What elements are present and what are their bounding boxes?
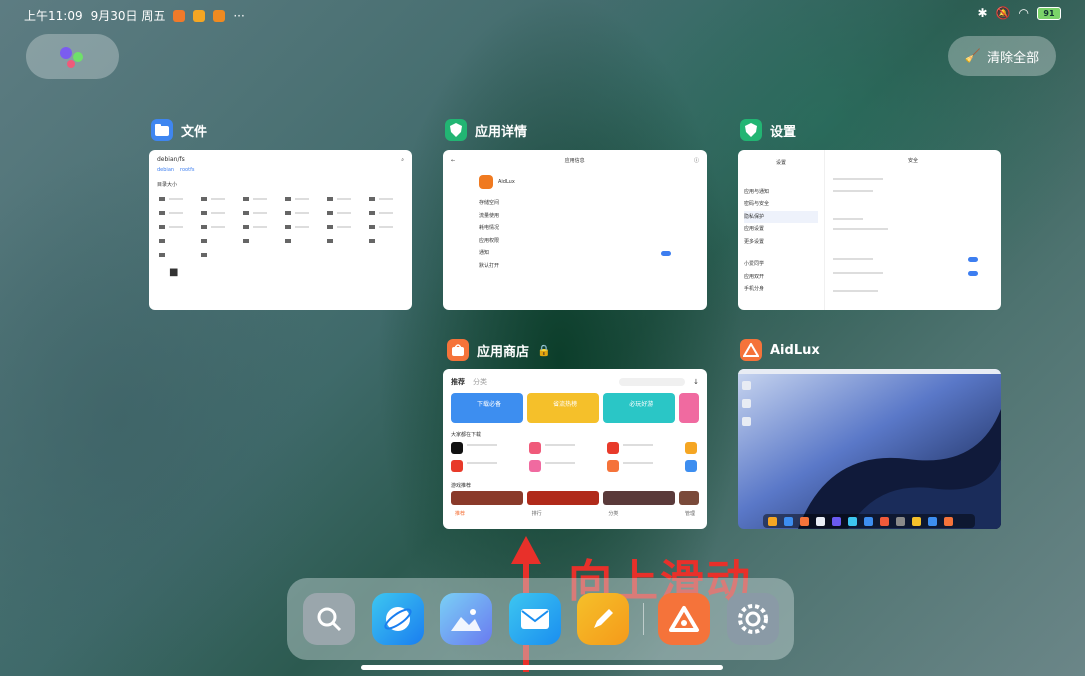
shield-icon <box>740 119 762 141</box>
clear-all-label: 清除全部 <box>987 50 1040 66</box>
card-header-app-details: 应用详情 <box>445 119 527 141</box>
aidlux-app-icon[interactable] <box>658 593 710 645</box>
info-icon: ⓘ <box>693 158 699 164</box>
banner-more <box>679 393 700 423</box>
assistant-dots-icon <box>60 47 83 68</box>
browser-app-icon[interactable] <box>372 593 424 645</box>
detail-row: 通知 <box>479 250 490 256</box>
detail-row: 默认打开 <box>479 262 500 269</box>
nav-recommend: 推荐 <box>455 511 466 517</box>
gallery-app-icon[interactable] <box>440 593 492 645</box>
settings-menu-item: 小爱同学 <box>744 261 765 267</box>
card-title-files: 文件 <box>181 124 208 140</box>
card-title-settings: 设置 <box>770 124 797 140</box>
game-banner <box>679 491 699 505</box>
card-thumb-settings[interactable]: 设置 应用与通知 密码与安全 隐私保护 应用设置 更多设置 小爱同学 应用双开 … <box>738 150 1001 310</box>
banner-games: 必玩好游 <box>603 393 676 423</box>
card-header-settings: 设置 <box>740 119 796 141</box>
mail-app-icon[interactable] <box>509 593 561 645</box>
settings-menu-item: 应用双开 <box>744 273 765 280</box>
app-details-thumb-title: 应用信息 <box>564 158 585 164</box>
settings-menu-item: 隐私保护 <box>744 210 818 223</box>
status-date: 9月30日 周五 <box>90 9 166 23</box>
notification-toggle <box>661 250 671 256</box>
files-section: 目录大小 <box>157 182 178 188</box>
notes-app-icon[interactable] <box>577 593 629 645</box>
bluetooth-icon: ✱ <box>977 6 988 20</box>
clear-all-button[interactable]: 🧹 清除全部 <box>948 36 1056 76</box>
nav-manage: 管理 <box>684 511 695 517</box>
dock <box>287 578 794 660</box>
banner-download: 下载必备 <box>451 393 524 423</box>
game-banner <box>451 491 524 505</box>
card-header-aidlux: AidLux <box>740 339 820 361</box>
assistant-button[interactable] <box>26 34 119 79</box>
shield-icon <box>445 119 467 141</box>
card-thumb-aidlux[interactable] <box>738 369 1001 529</box>
settings-menu-item: 手机分身 <box>744 286 765 292</box>
download-icon: ↓ <box>693 378 699 386</box>
settings-menu-item: 更多设置 <box>744 238 765 245</box>
files-search-icon: ⌕ <box>401 156 404 163</box>
card-title-app-details: 应用详情 <box>475 124 528 140</box>
detail-row: 流量使用 <box>479 212 500 219</box>
card-header-files: 文件 <box>151 119 207 141</box>
aidlux-desktop <box>738 369 1001 529</box>
files-thumb-title: debian/fs <box>157 156 185 163</box>
settings-left-title: 设置 <box>775 160 786 166</box>
aidlux-icon <box>740 339 762 361</box>
settings-menu-item: 应用与通知 <box>744 188 770 195</box>
settings-right-title: 安全 <box>907 158 918 164</box>
lock-icon[interactable]: 🔒 <box>537 344 551 357</box>
section-games: 游戏推荐 <box>451 483 472 489</box>
detail-row: 应用权限 <box>479 237 500 244</box>
card-thumb-app-details[interactable]: ← 应用信息 ⓘ AidLux 存储空间 流量使用 耗电情况 应用权限 通知 默… <box>443 150 707 310</box>
card-title-app-store: 应用商店 <box>477 344 530 360</box>
home-indicator[interactable] <box>361 665 723 670</box>
dock-divider <box>643 603 644 635</box>
store-app-list <box>451 442 697 472</box>
card-title-aidlux: AidLux <box>770 342 820 358</box>
settings-right-content <box>833 178 978 292</box>
detail-row: 耗电情况 <box>479 225 500 231</box>
files-path-b: rootfs <box>180 167 195 173</box>
section-hot: 大家都在下载 <box>451 432 482 438</box>
status-bar: 上午11:09 9月30日 周五 ··· ✱ 🔕 ◠ 91 <box>0 0 1085 30</box>
files-path-a: debian <box>157 167 175 173</box>
tab-category: 分类 <box>473 378 487 386</box>
nav-category: 分类 <box>608 511 619 517</box>
battery-icon: 91 <box>1037 6 1061 20</box>
card-thumb-files[interactable]: debian/fs ⌕ debian rootfs 目录大小 ■ <box>149 150 412 310</box>
mute-icon: 🔕 <box>995 6 1011 20</box>
game-banner <box>603 491 676 505</box>
game-banner <box>527 491 600 505</box>
nav-rank: 排行 <box>531 511 542 517</box>
banner-hot: 省流热榜 <box>527 393 600 423</box>
detail-row: 存储空间 <box>479 200 500 206</box>
status-time: 上午11:09 <box>24 9 83 23</box>
card-header-app-store: 应用商店 🔒 <box>447 339 551 361</box>
settings-menu-item: 密码与安全 <box>744 201 770 207</box>
more-notifications: ··· <box>233 8 245 23</box>
files-folder-grid <box>159 197 393 257</box>
store-search-bar <box>619 378 686 386</box>
aidlux-notify-icon <box>213 9 226 22</box>
search-app-icon[interactable] <box>303 593 355 645</box>
settings-app-icon[interactable] <box>727 593 779 645</box>
store-notify-icon <box>193 9 206 22</box>
shopping-bag-icon <box>447 339 469 361</box>
wifi-icon: ◠ <box>1018 6 1029 20</box>
aidlux-small-icon <box>479 175 493 189</box>
settings-menu-item: 应用设置 <box>744 226 765 232</box>
back-icon: ← <box>451 157 456 164</box>
folder-icon <box>151 119 173 141</box>
card-thumb-app-store[interactable]: 推荐 分类 ↓ 下载必备 省流热榜 必玩好游 大家都在下载 游戏推荐 推荐 排行… <box>443 369 707 529</box>
file-icon: ■ <box>169 267 179 278</box>
mi-app-icon <box>173 9 186 22</box>
app-details-app-name: AidLux <box>498 179 515 185</box>
broom-icon: 🧹 <box>964 48 982 64</box>
tab-recommend: 推荐 <box>451 378 465 386</box>
